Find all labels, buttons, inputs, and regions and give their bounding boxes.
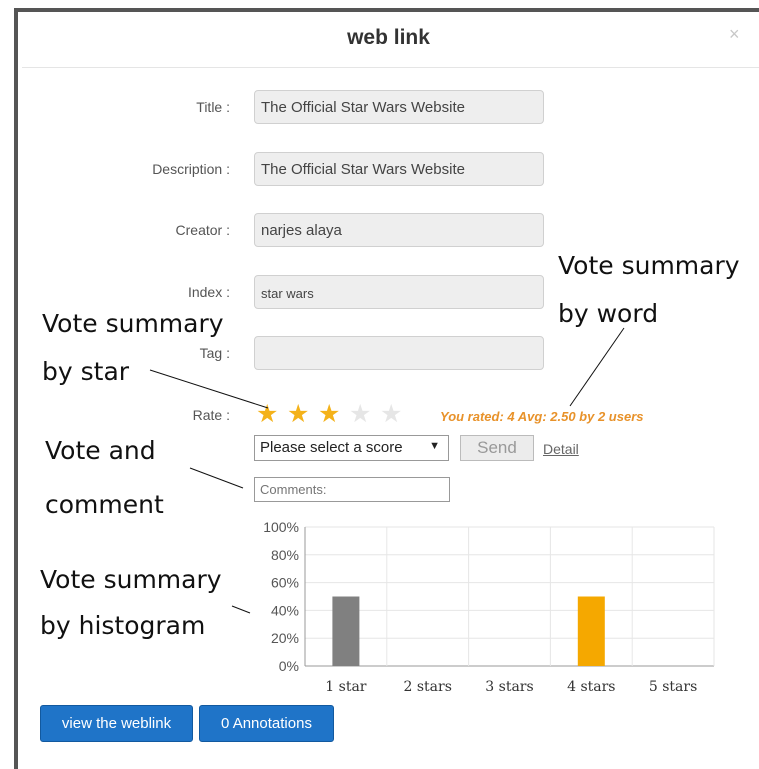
rate-label: Rate : [192,407,230,423]
view-weblink-button[interactable]: view the weblink [40,705,193,742]
creator-label: Creator : [175,222,230,238]
annotation-by-word-line1: Vote summary [558,251,740,280]
annotation-by-word-line2: by word [558,299,659,328]
annotation-by-star-line1: Vote summary [42,309,224,338]
annotation-by-star-line2: by star [42,357,130,386]
star-icon[interactable]: ★ [287,402,309,427]
send-button[interactable]: Send [460,435,534,461]
score-select[interactable]: Please select a score ▼ [254,435,449,461]
annotation-comment-line1: Vote and [45,436,156,465]
annotation-histogram-line1: Vote summary [40,565,222,594]
annotations-button[interactable]: 0 Annotations [199,705,334,742]
dialog-title: web link [347,26,430,49]
web-link-dialog: web link × [18,12,759,769]
close-icon[interactable]: × [729,24,740,45]
index-field[interactable]: star wars [254,275,544,309]
description-label: Description : [152,161,230,177]
creator-field[interactable]: narjes alaya [254,213,544,247]
annotation-histogram-line2: by histogram [40,611,206,640]
rating-summary: You rated: 4 Avg: 2.50 by 2 users [440,409,644,424]
description-field[interactable]: The Official Star Wars Website [254,152,544,186]
title-field[interactable]: The Official Star Wars Website [254,90,544,124]
header-divider [22,67,759,68]
score-select-value: Please select a score [260,439,403,456]
annotation-comment-line2: comment [45,490,164,519]
index-label: Index : [187,284,230,300]
star-icon[interactable]: ★ [318,402,340,427]
title-label: Title : [196,99,230,115]
dropdown-arrow-icon: ▼ [429,440,440,452]
star-icon[interactable]: ★ [349,402,371,427]
star-icon[interactable]: ★ [380,402,402,427]
detail-link[interactable]: Detail [543,441,579,457]
comments-input[interactable] [254,477,450,502]
tag-field[interactable] [254,336,544,370]
star-icon[interactable]: ★ [256,402,278,427]
